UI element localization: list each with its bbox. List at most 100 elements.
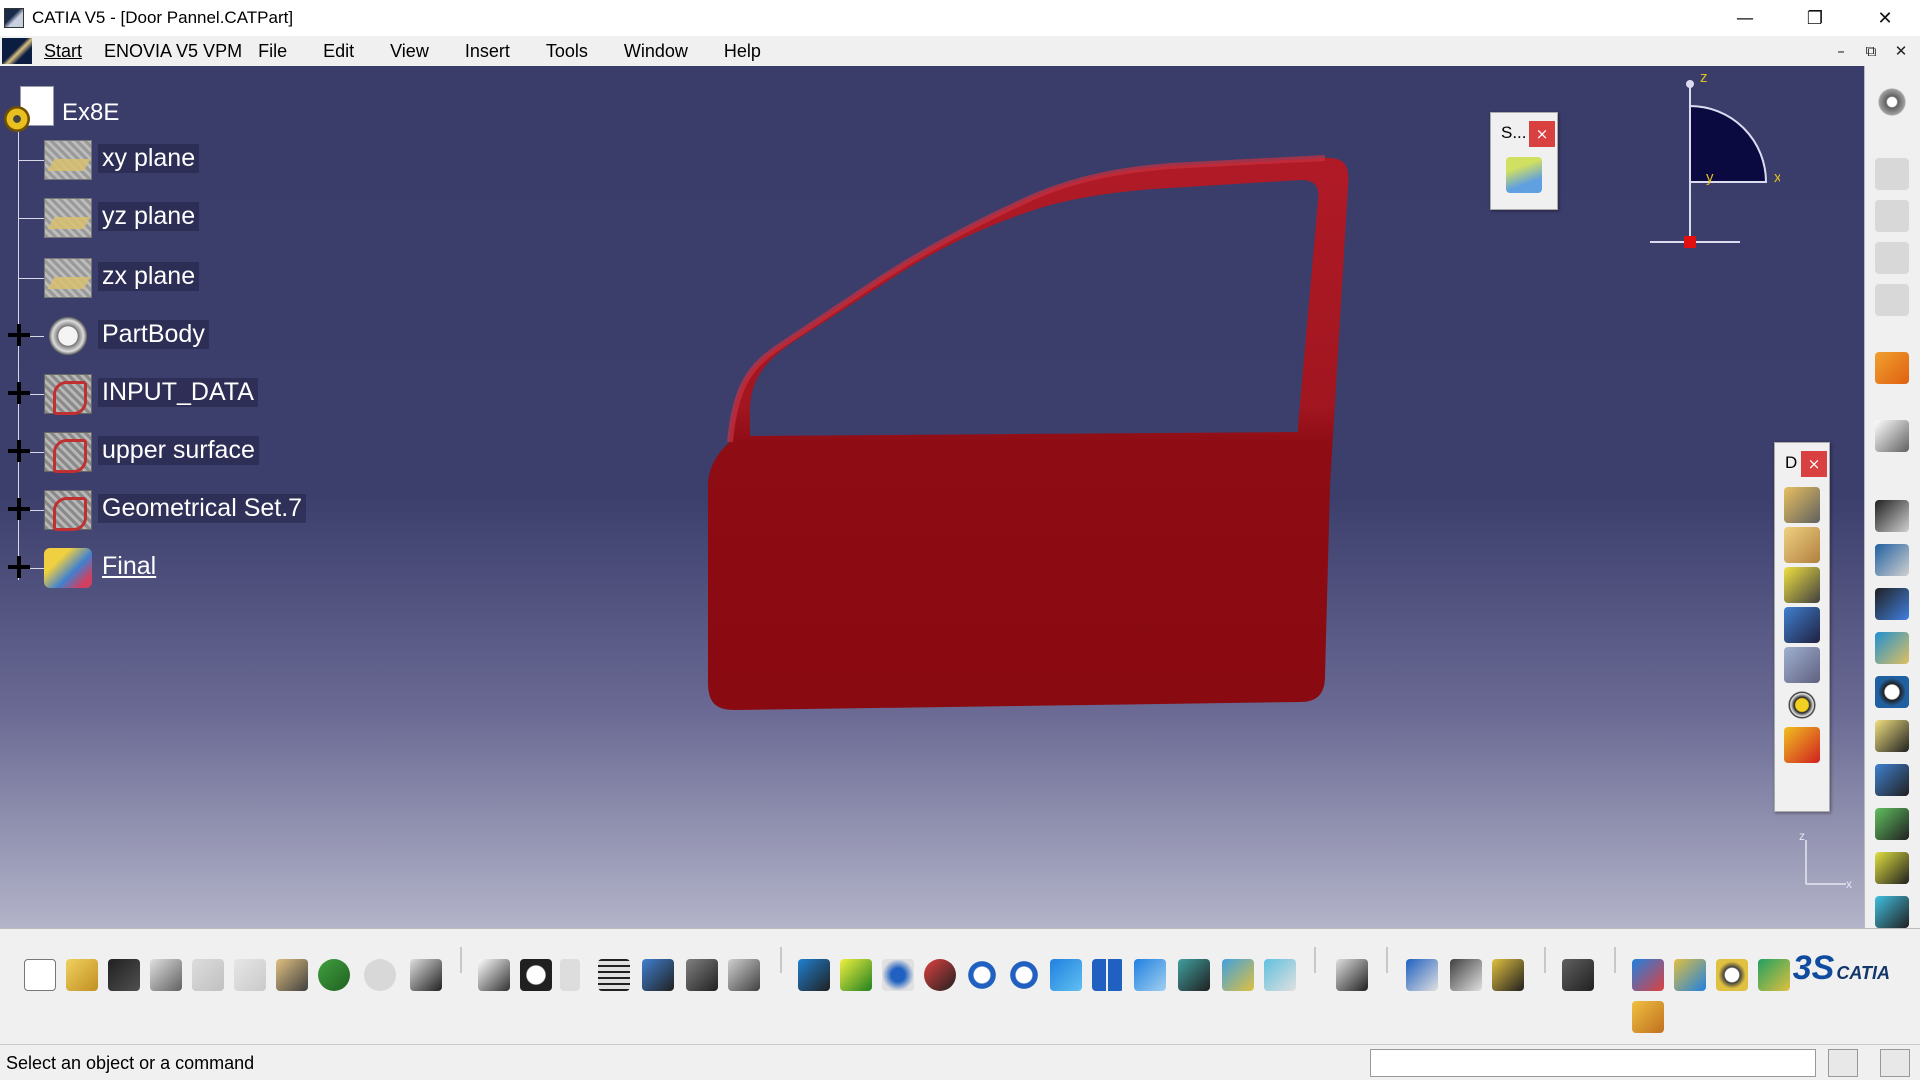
tool-icon-3[interactable]: [1875, 242, 1909, 274]
menu-start[interactable]: Start: [32, 36, 94, 66]
command-options-button[interactable]: [1828, 1049, 1858, 1077]
tree-item-label[interactable]: zx plane: [98, 262, 200, 291]
connect-checker-icon[interactable]: [1716, 959, 1748, 991]
capture-camera-icon[interactable]: [1562, 959, 1594, 991]
pan-icon[interactable]: [882, 959, 914, 991]
expand-icon[interactable]: [8, 498, 30, 520]
menu-view[interactable]: View: [372, 36, 447, 66]
rib-icon[interactable]: [1784, 607, 1820, 643]
join-icon[interactable]: [1875, 808, 1909, 840]
compass-widget[interactable]: z y x: [1640, 66, 1780, 256]
menu-file[interactable]: File: [252, 36, 305, 66]
select-arrow-icon[interactable]: [1875, 352, 1909, 384]
menu-help[interactable]: Help: [706, 36, 779, 66]
door-body[interactable]: [708, 157, 1349, 711]
tree-root-label[interactable]: Ex8E: [62, 99, 119, 127]
settings-gear-icon[interactable]: [1875, 86, 1909, 118]
menu-tools[interactable]: Tools: [528, 36, 606, 66]
tree-item-label[interactable]: upper surface: [98, 436, 259, 465]
tree-item-label[interactable]: INPUT_DATA: [98, 378, 258, 407]
zoom-out-icon[interactable]: [1008, 959, 1040, 991]
power-input-button[interactable]: [1880, 1049, 1910, 1077]
whats-this-icon[interactable]: [410, 959, 442, 991]
measure-icon[interactable]: [1875, 896, 1909, 928]
restore-button[interactable]: ❐: [1780, 0, 1850, 36]
open-folder-icon[interactable]: [66, 959, 98, 991]
formula-icon[interactable]: [478, 959, 510, 991]
tool-icon-1[interactable]: [1875, 158, 1909, 190]
tree-root[interactable]: Ex8E: [4, 86, 119, 132]
table-icon[interactable]: [598, 959, 630, 991]
sketcher-icon[interactable]: [1875, 420, 1909, 452]
tree-item-label[interactable]: PartBody: [98, 320, 209, 349]
menu-window[interactable]: Window: [606, 36, 706, 66]
tree-item-label[interactable]: Final: [98, 552, 160, 581]
design-table-icon[interactable]: [728, 959, 760, 991]
measure-item-icon[interactable]: [1450, 959, 1482, 991]
close-toolbar-button[interactable]: ×: [1529, 121, 1555, 147]
minimize-button[interactable]: —: [1710, 0, 1780, 36]
paste-icon[interactable]: [276, 959, 308, 991]
copy-icon[interactable]: [234, 959, 266, 991]
tree-item-label[interactable]: yz plane: [98, 202, 200, 231]
split-icon[interactable]: [1875, 764, 1909, 796]
hide-show-icon[interactable]: [1222, 959, 1254, 991]
rotate-icon[interactable]: [924, 959, 956, 991]
iso-view-icon[interactable]: [1134, 959, 1166, 991]
shading-icon[interactable]: [1178, 959, 1210, 991]
fly-mode-icon[interactable]: [798, 959, 830, 991]
catia-logo[interactable]: 3S CATIA: [1793, 949, 1890, 988]
save-icon[interactable]: [108, 959, 140, 991]
remove-icon[interactable]: [1784, 727, 1820, 763]
curve-icon[interactable]: [1875, 852, 1909, 884]
doc-minimize-button[interactable]: –: [1826, 42, 1856, 60]
expand-icon[interactable]: [8, 440, 30, 462]
multi-section-icon[interactable]: [1784, 647, 1820, 683]
surfacic-curvature-icon[interactable]: [1758, 959, 1790, 991]
expand-icon[interactable]: [8, 556, 30, 578]
tree-item-label[interactable]: xy plane: [98, 144, 200, 173]
measure-between-icon[interactable]: [1406, 959, 1438, 991]
extrude-icon[interactable]: [1875, 500, 1909, 532]
pad-icon[interactable]: [1784, 487, 1820, 523]
undo-icon[interactable]: [318, 959, 350, 991]
menu-insert[interactable]: Insert: [447, 36, 528, 66]
print-icon[interactable]: [150, 959, 182, 991]
redo-icon[interactable]: [364, 959, 396, 991]
cylinder-icon[interactable]: [1875, 632, 1909, 664]
zoom-in-icon[interactable]: [966, 959, 998, 991]
workbench-hand-icon[interactable]: [1632, 1001, 1664, 1033]
floating-toolbar-d[interactable]: D ×: [1774, 442, 1830, 812]
expand-icon[interactable]: [8, 324, 30, 346]
tool-icon-2[interactable]: [1875, 200, 1909, 232]
shaft-icon[interactable]: [1784, 567, 1820, 603]
floating-toolbar-s[interactable]: S... ×: [1490, 112, 1558, 210]
cut-icon[interactable]: [192, 959, 224, 991]
multi-view-icon[interactable]: [1092, 959, 1124, 991]
hole-icon[interactable]: [1784, 687, 1820, 723]
knowledge-advisor-icon[interactable]: [520, 959, 552, 991]
fit-all-icon[interactable]: [840, 959, 872, 991]
command-input[interactable]: [1370, 1049, 1816, 1077]
close-button[interactable]: ✕: [1850, 0, 1920, 36]
catia-menu-logo-icon[interactable]: [2, 38, 32, 64]
expand-icon[interactable]: [8, 382, 30, 404]
menu-edit[interactable]: Edit: [305, 36, 372, 66]
analysis-icon[interactable]: [642, 959, 674, 991]
new-file-icon[interactable]: [24, 959, 56, 991]
close-toolbar-button[interactable]: ×: [1801, 451, 1827, 477]
surface-icon[interactable]: [1506, 157, 1542, 193]
measure-inertia-icon[interactable]: [1492, 959, 1524, 991]
menu-enovia[interactable]: ENOVIA V5 VPM: [94, 36, 252, 66]
swap-visible-space-icon[interactable]: [1264, 959, 1296, 991]
tree-item-label[interactable]: Geometrical Set.7: [98, 494, 307, 523]
doc-close-button[interactable]: ✕: [1886, 42, 1916, 60]
normal-view-icon[interactable]: [1050, 959, 1082, 991]
offset-icon[interactable]: [1875, 544, 1909, 576]
pocket-icon[interactable]: [1784, 527, 1820, 563]
3d-viewport[interactable]: Ex8E xy plane yz plane zx plane PartBody: [0, 66, 1864, 928]
doc-restore-button[interactable]: ⧉: [1856, 42, 1886, 60]
catalog-icon[interactable]: [686, 959, 718, 991]
circle-icon[interactable]: [1875, 676, 1909, 708]
parameters-icon[interactable]: [560, 959, 580, 991]
